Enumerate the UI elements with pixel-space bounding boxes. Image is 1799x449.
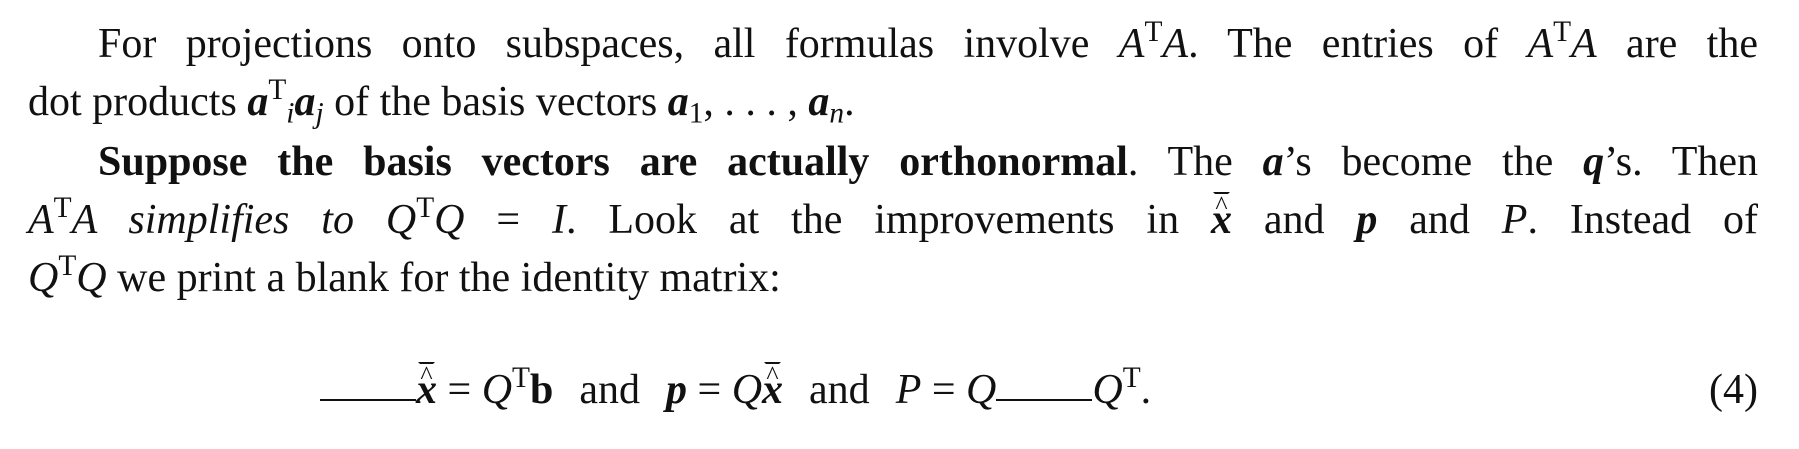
math-x-hat: ^ x [762, 361, 783, 416]
text-run: we print a blank for the identity matrix… [106, 255, 781, 301]
math-A: A [1118, 21, 1145, 67]
paragraph-2-line-1: Suppose the basis vectors are actually o… [28, 136, 1758, 188]
math-transpose: T [268, 73, 287, 106]
math-A: A [1571, 21, 1597, 67]
math-equals: = [464, 197, 552, 243]
text-run: . [844, 79, 855, 125]
identity-blank [996, 398, 1093, 401]
paragraph-2-line-2: ATA simplifies to QTQ = I. Look at the i… [28, 191, 1758, 246]
math-transpose: T [1553, 15, 1572, 48]
math-equals: = [437, 367, 482, 413]
hat-accent: ^ [1215, 191, 1228, 220]
math-x-hat: ^ x [416, 361, 437, 416]
equation-and: and [809, 367, 870, 413]
text-run: are the [1596, 21, 1758, 67]
math-P: P [895, 367, 922, 413]
math-Q: Q [1092, 367, 1123, 413]
math-transpose: T [53, 191, 72, 224]
text-run: and [1231, 197, 1357, 243]
text-run: of the basis vectors [323, 79, 668, 125]
math-index-1: 1 [688, 97, 704, 130]
math-p-vector: p [666, 367, 687, 413]
math-Q: Q [434, 197, 465, 243]
italic-text-run: simplifies to [96, 197, 386, 243]
math-P: P [1501, 197, 1528, 243]
math-a-vector: a [294, 79, 316, 125]
math-q-vector: q [1583, 139, 1605, 185]
math-Q: Q [481, 367, 513, 413]
math-transpose: T [58, 249, 77, 282]
paragraph-1-line-2: dot products aTiaj of the basis vectors … [28, 73, 855, 130]
bold-lead-sentence: Suppose the basis vectors are actually o… [98, 139, 1128, 185]
math-A: A [1527, 21, 1554, 67]
text-run: , . . . , [703, 79, 809, 125]
math-transpose: T [1144, 15, 1163, 48]
text-run: . Instead of [1527, 197, 1758, 243]
math-a-vector: a [1262, 139, 1284, 185]
text-run: ’s become the [1283, 139, 1584, 185]
math-a-vector: a [667, 79, 689, 125]
identity-blank [320, 398, 416, 401]
text-run: ’s. Then [1604, 139, 1759, 185]
text-run: For projections onto subspaces, all form… [98, 21, 1119, 67]
text-run: . The entries of [1188, 21, 1528, 67]
text-run: . The [1127, 139, 1263, 185]
math-p-vector: p [1356, 197, 1378, 243]
math-x-hat: ^ x [1211, 191, 1232, 246]
math-transpose: T [1122, 361, 1141, 394]
math-index-n: n [829, 97, 845, 130]
math-a-vector: a [808, 79, 830, 125]
math-transpose: T [416, 191, 435, 224]
equation-body: ^ x = QTb and p = Q ^ x and P = Q QT. [320, 361, 1152, 416]
math-Q: Q [966, 367, 997, 413]
equation-and: and [579, 367, 640, 413]
text-run: . Look at the improvements in [565, 197, 1211, 243]
math-I: I [551, 197, 566, 243]
hat-accent: ^ [420, 361, 433, 390]
math-Q: Q [731, 367, 763, 413]
math-equals: = [921, 367, 967, 413]
math-index-j: j [315, 97, 324, 130]
equation-period: . [1140, 367, 1152, 413]
equation-number: (4) [1709, 367, 1758, 413]
text-run: dot products [28, 79, 248, 125]
math-Q: Q [385, 197, 417, 243]
math-A: A [1162, 21, 1189, 67]
paragraph-1-line-1: For projections onto subspaces, all form… [28, 15, 1758, 70]
math-equals: = [687, 367, 732, 413]
math-Q: Q [76, 255, 107, 301]
math-A: A [71, 197, 97, 243]
paragraph-2-line-3: QTQ we print a blank for the identity ma… [28, 249, 781, 304]
math-a-vector: a [247, 79, 269, 125]
text-run: and [1377, 197, 1502, 243]
math-A: A [28, 197, 54, 243]
math-b-vector: b [529, 367, 554, 413]
math-transpose: T [512, 361, 530, 394]
hat-accent: ^ [766, 361, 779, 390]
math-Q: Q [28, 255, 59, 301]
